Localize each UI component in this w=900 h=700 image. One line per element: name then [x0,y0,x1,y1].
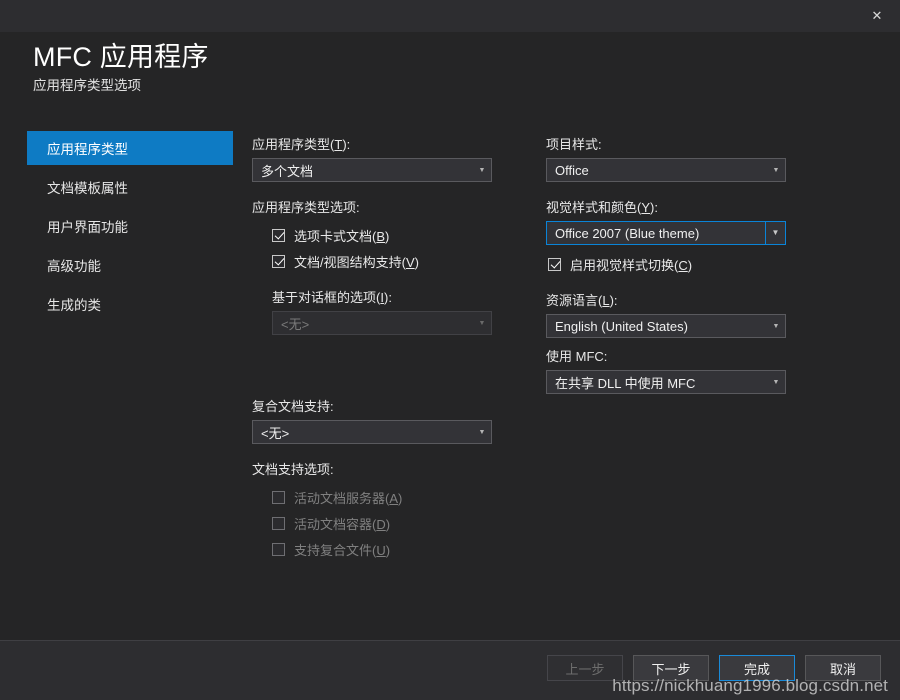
compound-document-value: <无> [261,425,290,441]
checkbox-box-icon [548,257,561,271]
compound-document-combobox[interactable]: <无> ▼ [252,420,492,444]
finish-button[interactable]: 完成 [719,655,795,681]
footer-bar: 上一步 下一步 完成 取消 [0,640,900,700]
document-support-options-label: 文档支持选项: [252,462,334,477]
page-subtitle: 应用程序类型选项 [33,78,141,93]
tabbed-documents-label: 选项卡式文档(B) [294,228,390,244]
checkbox-box-icon [272,516,285,530]
checkbox-box-icon [272,490,285,504]
sidebar: 应用程序类型 文档模板属性 用户界面功能 高级功能 生成的类 [27,131,233,326]
enable-visual-style-switching-checkbox[interactable]: 启用视觉样式切换(C) [548,253,786,275]
app-type-options-label: 应用程序类型选项: [252,200,360,215]
project-style-value: Office [555,162,589,178]
footer-button-group: 上一步 下一步 完成 取消 [547,655,881,681]
resource-language-combobox[interactable]: English (United States) ▼ [546,314,786,338]
sidebar-item-advanced-features[interactable]: 高级功能 [27,248,233,282]
resource-language-value: English (United States) [555,318,688,334]
checkbox-box-icon [272,254,285,268]
checkbox-box-icon [272,542,285,556]
dialog-based-options-combobox: <无> ▼ [272,311,492,335]
sidebar-item-label: 应用程序类型 [47,142,128,157]
cancel-button[interactable]: 取消 [805,655,881,681]
sidebar-item-label: 用户界面功能 [47,220,128,235]
page-title: MFC 应用程序 [33,42,209,72]
use-mfc-label: 使用 MFC: [546,349,608,364]
next-button[interactable]: 下一步 [633,655,709,681]
close-icon[interactable]: ✕ [854,0,900,32]
active-document-server-checkbox: 活动文档服务器(A) [272,486,492,508]
doc-view-architecture-checkbox[interactable]: 文档/视图结构支持(V) [272,250,492,272]
project-style-combobox[interactable]: Office ▼ [546,158,786,182]
page-header: MFC 应用程序 应用程序类型选项 [33,40,209,96]
app-type-combobox[interactable]: 多个文档 ▼ [252,158,492,182]
visual-style-combobox[interactable]: Office 2007 (Blue theme) ▼ [546,221,786,245]
project-style-label: 项目样式: [546,137,602,152]
sidebar-item-ui-features[interactable]: 用户界面功能 [27,209,233,243]
chevron-down-icon: ▼ [772,322,780,330]
use-mfc-value: 在共享 DLL 中使用 MFC [555,375,696,391]
sidebar-item-doc-template[interactable]: 文档模板属性 [27,170,233,204]
visual-style-value: Office 2007 (Blue theme) [555,225,700,241]
dialog-based-options-label: 基于对话框的选项(I): [272,290,392,305]
title-bar: ✕ [0,0,900,32]
right-column: 项目样式: Office ▼ 视觉样式和颜色(Y): Office 2007 (… [546,136,786,394]
sidebar-item-generated-classes[interactable]: 生成的类 [27,287,233,321]
chevron-down-icon[interactable]: ▼ [765,222,785,244]
sidebar-item-label: 高级功能 [47,259,101,274]
active-document-server-label: 活动文档服务器(A) [294,490,403,506]
back-button: 上一步 [547,655,623,681]
app-type-label: 应用程序类型(T): [252,137,351,152]
use-mfc-combobox[interactable]: 在共享 DLL 中使用 MFC ▼ [546,370,786,394]
enable-visual-style-switching-label: 启用视觉样式切换(C) [570,257,693,273]
chevron-down-icon: ▼ [478,166,486,174]
chevron-down-icon: ▼ [478,428,486,436]
tabbed-documents-checkbox[interactable]: 选项卡式文档(B) [272,224,492,246]
chevron-down-icon: ▼ [772,166,780,174]
chevron-down-icon: ▼ [478,319,486,327]
doc-view-architecture-label: 文档/视图结构支持(V) [294,254,419,270]
compound-document-label: 复合文档支持: [252,399,334,414]
app-type-value: 多个文档 [261,163,314,179]
chevron-down-icon: ▼ [772,378,780,386]
middle-column: 应用程序类型(T): 多个文档 ▼ 应用程序类型选项: 选项卡式文档(B) 文档… [252,136,492,560]
compound-files-checkbox: 支持复合文件(U) [272,538,492,560]
compound-files-label: 支持复合文件(U) [294,542,391,558]
sidebar-item-app-type[interactable]: 应用程序类型 [27,131,233,165]
checkbox-box-icon [272,228,285,242]
dialog-based-options-value: <无> [281,316,310,332]
active-document-container-checkbox: 活动文档容器(D) [272,512,492,534]
sidebar-item-label: 文档模板属性 [47,181,128,196]
resource-language-label: 资源语言(L): [546,293,618,308]
sidebar-item-label: 生成的类 [47,298,101,313]
active-document-container-label: 活动文档容器(D) [294,516,391,532]
visual-style-label: 视觉样式和颜色(Y): [546,200,658,215]
